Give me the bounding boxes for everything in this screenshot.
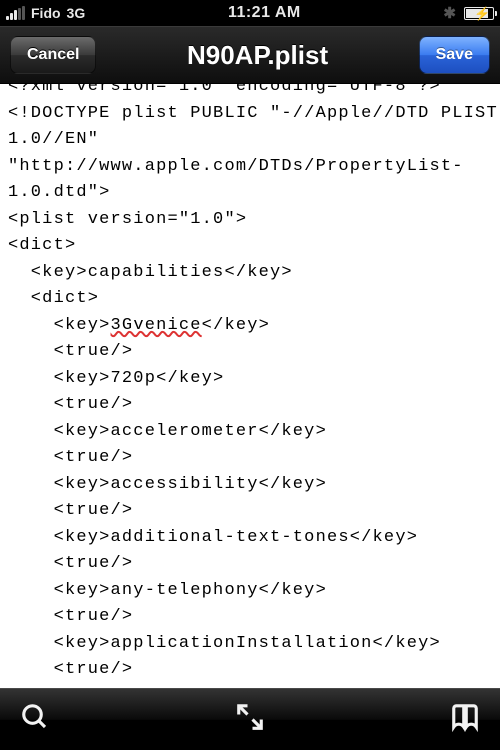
battery-icon: ⚡ (464, 7, 494, 20)
nav-bar: Cancel N90AP.plist Save (0, 26, 500, 84)
fullscreen-icon[interactable] (235, 702, 265, 737)
network-label: 3G (67, 5, 86, 21)
signal-strength-icon (6, 6, 25, 20)
spellcheck-underline: 3Gvenice (111, 316, 202, 335)
cancel-button[interactable]: Cancel (10, 36, 96, 74)
bookmarks-icon[interactable] (450, 702, 480, 737)
status-bar: Fido 3G 11:21 AM ✱ ⚡ (0, 0, 500, 26)
file-text[interactable]: <?xml version="1.0" encoding="UTF-8"?> <… (8, 84, 492, 688)
search-icon[interactable] (20, 702, 50, 737)
editor-viewport[interactable]: <?xml version="1.0" encoding="UTF-8"?> <… (0, 84, 500, 688)
carrier-label: Fido (31, 5, 61, 21)
status-right: ✱ ⚡ (443, 4, 494, 22)
bottom-toolbar (0, 688, 500, 750)
bluetooth-icon: ✱ (443, 4, 456, 22)
clock-label: 11:21 AM (85, 4, 443, 22)
save-button[interactable]: Save (419, 36, 490, 74)
status-left: Fido 3G (6, 5, 85, 21)
page-title: N90AP.plist (187, 40, 328, 71)
